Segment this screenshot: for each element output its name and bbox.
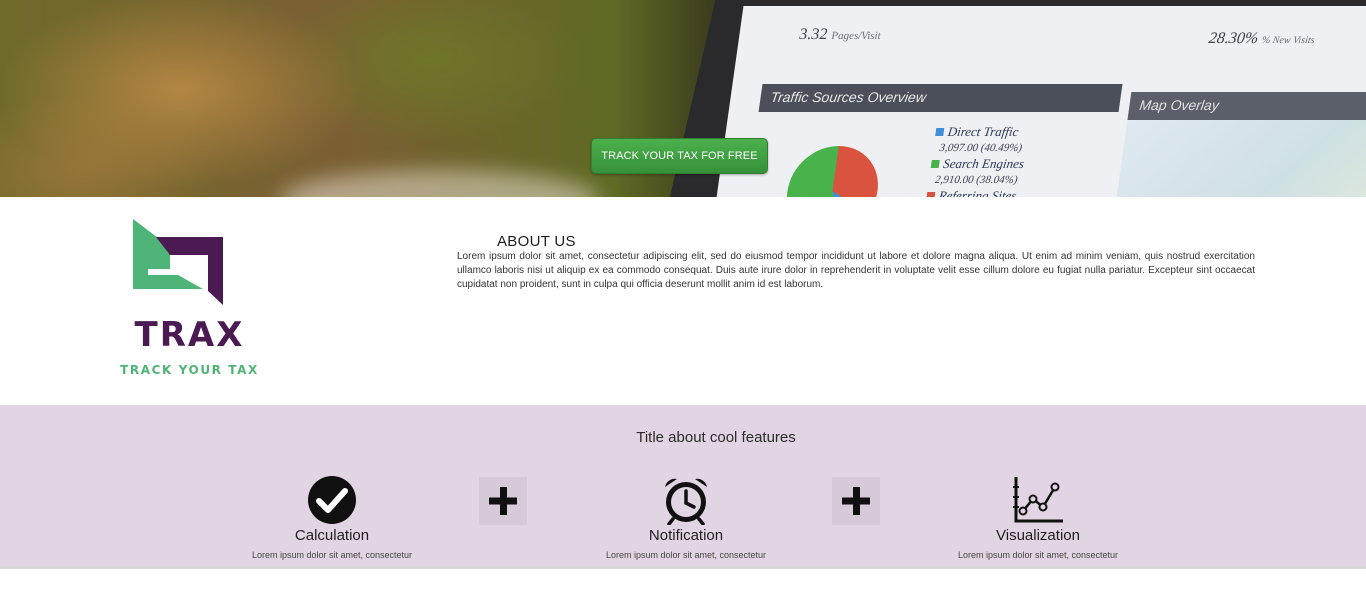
line-chart-icon xyxy=(1013,477,1063,523)
stat-label: Pages/Visit xyxy=(831,30,881,42)
legend-name: Referring Sites xyxy=(937,188,1018,197)
stat-value: 3.32 xyxy=(799,26,828,43)
stat-label: % New Visits xyxy=(1261,35,1316,46)
check-circle-icon xyxy=(308,476,356,524)
page-divider xyxy=(0,567,1366,569)
legend-value: 3,097.00 (40.49%) xyxy=(938,142,1023,154)
screen-map xyxy=(1110,120,1366,197)
screen-stat-pages-per-visit: 3.32 Pages/Visit xyxy=(799,26,881,44)
feature-label: Visualization xyxy=(996,527,1080,544)
legend-item: Referring Sites xyxy=(926,188,1021,197)
plus-icon xyxy=(842,487,870,515)
feature-label: Calculation xyxy=(294,527,370,544)
feature-notification: Notification Lorem ipsum dolor sit amet,… xyxy=(566,475,806,560)
feature-description: Lorem ipsum dolor sit amet, consectetur xyxy=(605,550,767,560)
feature-calculation: Calculation Lorem ipsum dolor sit amet, … xyxy=(212,475,452,560)
about-section: TRAX TRACK YOUR TAX ABOUT US Lorem ipsum… xyxy=(0,197,1366,405)
alarm-clock-icon xyxy=(665,478,707,525)
feature-description: Lorem ipsum dolor sit amet, consectetur xyxy=(957,550,1119,560)
features-section: Title about cool features Calculation Lo… xyxy=(0,405,1366,567)
legend-name: Search Engines xyxy=(942,156,1026,171)
about-title: ABOUT US xyxy=(497,233,576,250)
screen-pie-chart xyxy=(781,146,884,197)
feature-description: Lorem ipsum dolor sit amet, consectetur xyxy=(251,550,413,560)
feature-label: Notification xyxy=(648,527,724,544)
plus-icon xyxy=(489,487,517,515)
hero-tablet-screen: 3.32 Pages/Visit 28.30% % New Visits Tra… xyxy=(712,6,1366,197)
hero-banner: 3.32 Pages/Visit 28.30% % New Visits Tra… xyxy=(0,0,1366,197)
features-title: Title about cool features xyxy=(636,429,796,446)
legend-value: 2,910.00 (38.04%) xyxy=(934,174,1019,186)
legend-swatch xyxy=(935,128,945,136)
screen-legend: Direct Traffic 3,097.00 (40.49%) Search … xyxy=(926,124,1030,197)
track-your-tax-button[interactable]: TRACK YOUR TAX FOR FREE xyxy=(591,138,768,174)
brand-name: TRAX xyxy=(134,315,245,355)
screen-stat-new-visits: 28.30% % New Visits xyxy=(1208,30,1316,48)
legend-item: Search Engines 2,910.00 (38.04%) xyxy=(928,156,1025,188)
hero-background-blur xyxy=(280,170,600,197)
about-text: Lorem ipsum dolor sit amet, consectetur … xyxy=(457,251,1255,290)
trax-logo-icon xyxy=(133,219,223,305)
plus-separator xyxy=(832,477,880,525)
screen-panel-title: Map Overlay xyxy=(1127,92,1366,120)
plus-separator xyxy=(479,477,527,525)
screen-panel-title: Traffic Sources Overview xyxy=(758,84,1123,112)
stat-value: 28.30% xyxy=(1207,30,1260,47)
feature-visualization: Visualization Lorem ipsum dolor sit amet… xyxy=(918,475,1158,560)
legend-swatch xyxy=(930,160,940,168)
legend-item: Direct Traffic 3,097.00 (40.49%) xyxy=(932,124,1029,156)
brand-tagline: TRACK YOUR TAX xyxy=(120,363,259,377)
legend-name: Direct Traffic xyxy=(946,124,1020,139)
